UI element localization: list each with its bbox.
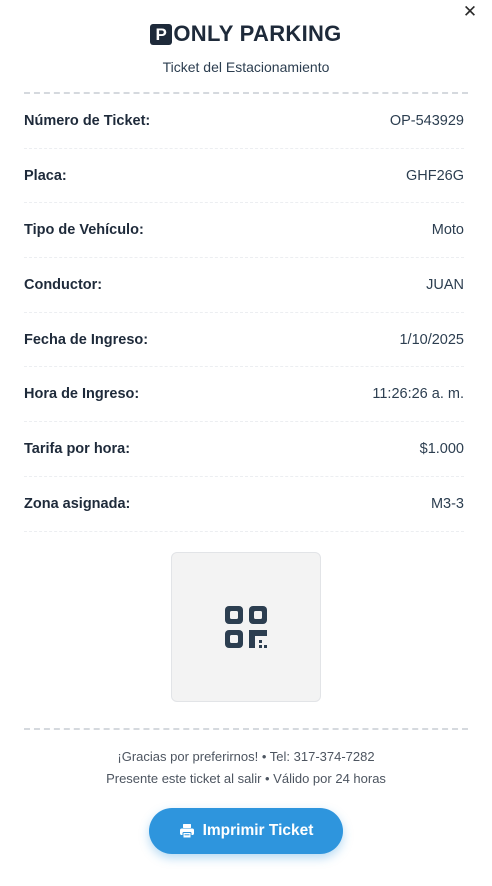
detail-label: Número de Ticket: [24,112,151,129]
detail-row-entry-date: Fecha de Ingreso: 1/10/2025 [24,313,464,368]
detail-value: $1.000 [419,440,464,457]
detail-label: Hora de Ingreso: [24,386,140,403]
detail-row-zone: Zona asignada: M3-3 [24,477,464,532]
divider-bottom [24,727,468,730]
detail-label: Zona asignada: [24,495,131,512]
detail-label: Placa: [24,167,67,184]
detail-value: JUAN [426,276,464,293]
detail-label: Tipo de Vehículo: [24,222,144,239]
ticket-subtitle: Ticket del Estacionamiento [162,59,330,75]
detail-value: 1/10/2025 [399,331,464,348]
print-button-label: Imprimir Ticket [202,821,314,839]
detail-label: Conductor: [24,276,103,293]
detail-value: GHF26G [405,167,464,184]
ticket-details: Número de Ticket: OP-543929 Placa: GHF26… [0,94,492,532]
detail-value: M3-3 [430,495,464,512]
detail-row-vehicle-type: Tipo de Vehículo: Moto [24,203,464,259]
detail-row-entry-time: Hora de Ingreso: 11:26:26 a. m. [24,367,464,423]
detail-value: OP-543929 [389,112,464,129]
printer-icon [179,823,195,839]
qr-code-box [171,551,321,702]
print-ticket-button[interactable]: Imprimir Ticket [149,807,343,854]
ticket-footer: ¡Gracias por preferirnos! • Tel: 317-374… [0,746,492,790]
brand-title: P ONLY PARKING [150,21,341,47]
footer-thanks: ¡Gracias por preferirnos! • Tel: 317-374… [117,748,375,764]
qrcode-icon [225,605,267,648]
detail-label: Tarifa por hora: [24,440,131,457]
parking-logo-icon: P [150,23,173,45]
detail-row-plate: Placa: GHF26G [24,149,464,204]
detail-label: Fecha de Ingreso: [24,331,149,348]
detail-row-driver: Conductor: JUAN [24,258,464,313]
detail-value: Moto [431,222,464,239]
detail-row-ticket-number: Número de Ticket: OP-543929 [24,94,464,149]
detail-row-hourly-rate: Tarifa por hora: $1.000 [24,422,464,477]
detail-value: 11:26:26 a. m. [372,386,464,403]
brand-name: ONLY PARKING [173,21,342,46]
ticket-header: P ONLY PARKING Ticket del Estacionamiento [0,0,492,75]
close-icon[interactable]: ✕ [462,3,478,20]
footer-note: Presente este ticket al salir • Válido p… [106,770,386,786]
